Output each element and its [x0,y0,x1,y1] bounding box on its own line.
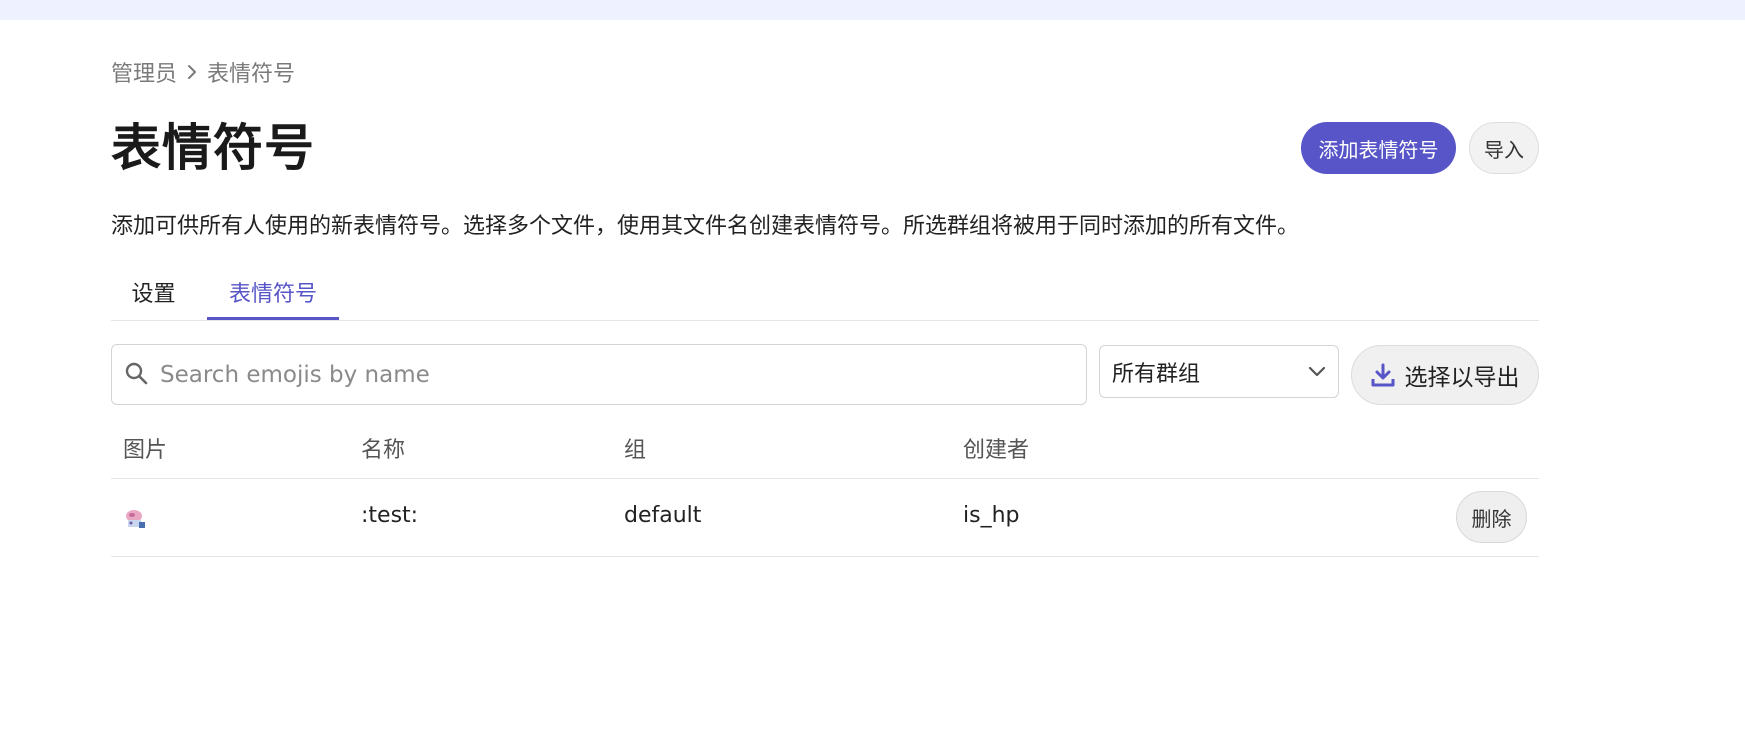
tab-emojis[interactable]: 表情符号 [207,272,339,320]
admin-emoji-page: 管理员 表情符号 表情符号 添加表情符号 导入 添加可供所有人使用的新表情符号。… [111,0,1539,733]
emoji-creator: is_hp [963,503,1020,528]
table-header: 图片 名称 组 创建者 [111,428,1539,479]
column-header-image: 图片 [123,438,168,463]
page-description: 添加可供所有人使用的新表情符号。选择多个文件，使用其文件名创建表情符号。所选群组… [111,214,1300,239]
tab-bar: 设置 表情符号 [111,272,1539,321]
breadcrumb-item-admin[interactable]: 管理员 [111,56,177,88]
column-header-creator: 创建者 [963,438,1030,463]
table-row: :test: default is_hp 删除 [111,479,1539,557]
emoji-group: default [624,503,702,528]
import-button[interactable]: 导入 [1469,122,1539,174]
chevron-down-icon [1308,359,1326,384]
chevron-right-icon [185,64,199,80]
column-header-group: 组 [624,438,647,463]
emoji-image [123,507,147,531]
emoji-table: 图片 名称 组 创建者 :test: default is_hp 删除 [111,428,1539,557]
emoji-name: :test: [361,503,419,528]
export-button-label: 选择以导出 [1404,365,1520,391]
column-header-name: 名称 [361,438,406,463]
breadcrumb-item-emojis[interactable]: 表情符号 [207,56,295,88]
search-input[interactable] [158,360,1042,389]
download-icon [1371,363,1395,387]
tab-settings[interactable]: 设置 [111,272,196,320]
search-box[interactable] [111,344,1087,405]
page-title: 表情符号 [111,119,315,177]
add-emoji-button[interactable]: 添加表情符号 [1301,122,1456,174]
breadcrumb: 管理员 表情符号 [111,56,295,88]
delete-button[interactable]: 删除 [1456,491,1527,543]
select-to-export-button[interactable]: 选择以导出 [1351,345,1539,405]
search-icon [124,361,148,389]
group-select-value: 所有群组 [1112,361,1201,387]
group-select[interactable]: 所有群组 [1099,345,1339,398]
